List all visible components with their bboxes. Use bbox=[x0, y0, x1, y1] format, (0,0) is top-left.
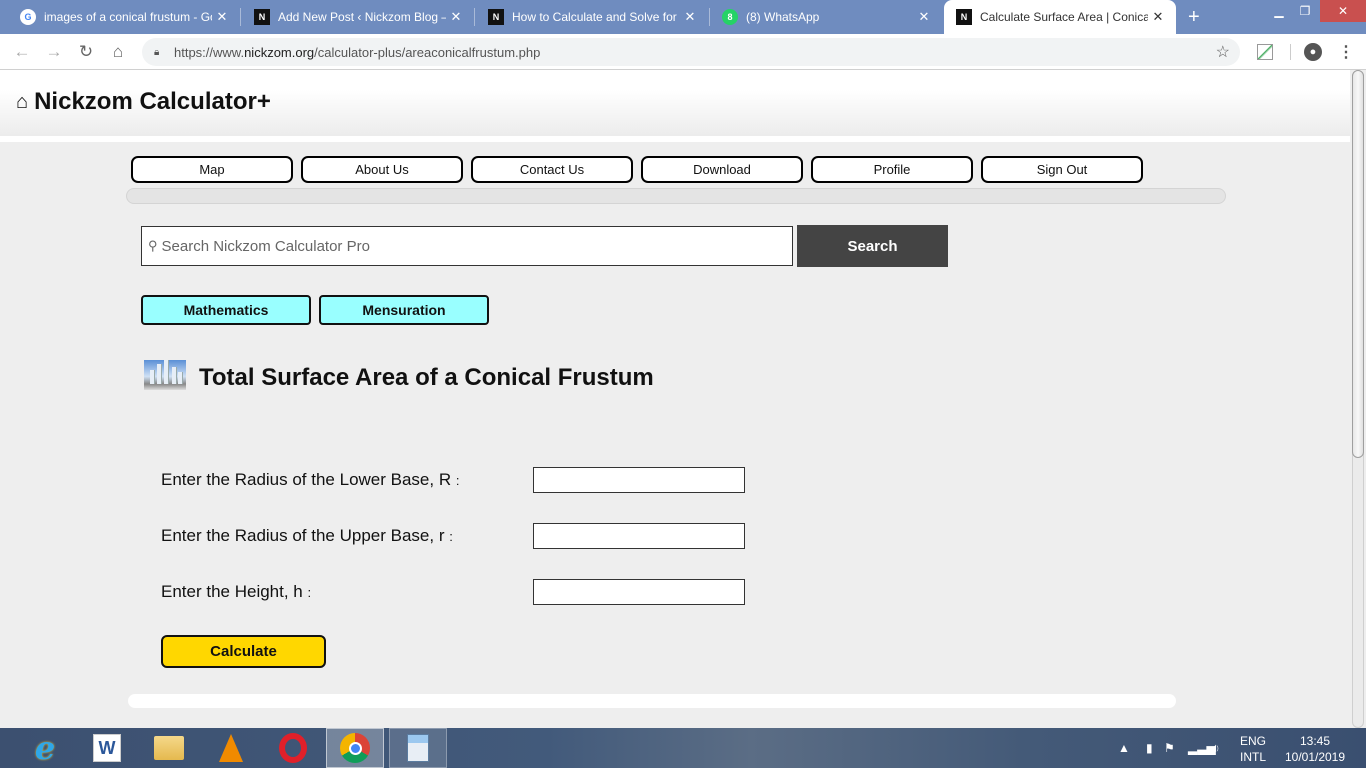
browser-tab-active[interactable]: N Calculate Surface Area | Conical ✕ bbox=[944, 0, 1176, 34]
minimize-button[interactable]: ▁ bbox=[1266, 0, 1292, 22]
upper-radius-row: Enter the Radius of the Upper Base, r : bbox=[161, 523, 745, 549]
nav-contact-us-button[interactable]: Contact Us bbox=[471, 156, 633, 183]
upper-radius-label: Enter the Radius of the Upper Base, r : bbox=[161, 526, 453, 545]
action-center-flag-icon[interactable]: ⚑ bbox=[1164, 728, 1175, 768]
tab-title: Calculate Surface Area | Conical bbox=[980, 10, 1148, 24]
folder-icon bbox=[154, 736, 184, 760]
scrollbar-thumb[interactable] bbox=[1352, 70, 1364, 458]
site-title-text: Nickzom Calculator+ bbox=[34, 88, 271, 115]
browser-tab[interactable]: N Add New Post ‹ Nickzom Blog — ✕ bbox=[234, 0, 474, 34]
tab-title: How to Calculate and Solve for t bbox=[512, 10, 680, 24]
home-button[interactable]: ⌂ bbox=[106, 40, 130, 64]
tab-title: (8) WhatsApp bbox=[746, 10, 820, 24]
clock-date: 10/01/2019 bbox=[1284, 750, 1346, 764]
taskbar-vlc[interactable] bbox=[202, 728, 260, 768]
back-button[interactable]: ← bbox=[10, 40, 34, 64]
close-tab-icon[interactable]: ✕ bbox=[680, 9, 700, 25]
nav-map-button[interactable]: Map bbox=[131, 156, 293, 183]
close-tab-icon[interactable]: ✕ bbox=[1148, 9, 1168, 25]
whatsapp-icon: 8 bbox=[722, 9, 738, 25]
taskbar-word[interactable]: W bbox=[78, 728, 136, 768]
nav-sign-out-button[interactable]: Sign Out bbox=[981, 156, 1143, 183]
browser-tabstrip: G images of a conical frustum - Go ✕ N A… bbox=[0, 0, 1366, 34]
home-icon: ⌂ bbox=[16, 90, 29, 113]
upper-radius-input[interactable] bbox=[533, 523, 745, 549]
nav-about-us-button[interactable]: About Us bbox=[301, 156, 463, 183]
clock-time: 13:45 bbox=[1299, 734, 1331, 748]
site-title[interactable]: ⌂ Nickzom Calculator+ bbox=[16, 88, 271, 116]
toolbar-divider bbox=[1290, 44, 1291, 60]
restore-button[interactable]: ❐ bbox=[1292, 0, 1318, 22]
calculator-title: Total Surface Area of a Conical Frustum bbox=[199, 364, 654, 391]
close-tab-icon[interactable]: ✕ bbox=[212, 9, 232, 25]
taskbar-calculator[interactable] bbox=[389, 728, 447, 768]
new-tab-button[interactable]: + bbox=[1188, 6, 1200, 29]
main-nav: Map About Us Contact Us Download Profile… bbox=[131, 156, 1143, 183]
word-icon: W bbox=[93, 734, 121, 762]
forward-button[interactable]: → bbox=[42, 40, 66, 64]
windows-taskbar: e W ▲ ▮ ⚑ ▂▃▅ 🔉︎ ENG INTL 13:45 10/01/201… bbox=[0, 728, 1366, 768]
taskbar-opera[interactable] bbox=[264, 728, 322, 768]
category-mensuration-button[interactable]: Mensuration bbox=[319, 295, 489, 325]
height-row: Enter the Height, h : bbox=[161, 579, 745, 605]
nickzom-favicon-icon: N bbox=[956, 9, 972, 25]
calculator-thumbnail-image bbox=[144, 360, 186, 390]
header-divider bbox=[0, 136, 1350, 142]
category-breadcrumbs: Mathematics Mensuration bbox=[141, 295, 489, 325]
bookmark-star-icon[interactable]: ☆ bbox=[1216, 42, 1230, 62]
lower-radius-label: Enter the Radius of the Lower Base, R : bbox=[161, 470, 460, 489]
height-label: Enter the Height, h : bbox=[161, 582, 312, 601]
input-language-indicator[interactable]: ENG INTL bbox=[1238, 733, 1268, 765]
site-header: ⌂ Nickzom Calculator+ bbox=[0, 70, 1350, 136]
show-hidden-icons-button[interactable]: ▲ bbox=[1118, 728, 1130, 768]
tab-title: images of a conical frustum - Go bbox=[44, 10, 212, 24]
calculator-icon bbox=[407, 734, 429, 762]
volume-icon[interactable]: 🔉︎ bbox=[1212, 728, 1220, 768]
taskbar-internet-explorer[interactable]: e bbox=[16, 728, 74, 768]
browser-toolbar: ← → ↻ ⌂ 🔒︎ https://www.nickzom.org/calcu… bbox=[0, 34, 1366, 70]
close-tab-icon[interactable]: ✕ bbox=[446, 9, 466, 25]
extension-icon[interactable] bbox=[1257, 44, 1273, 60]
google-icon: G bbox=[20, 9, 36, 25]
search-icon: ⚲ bbox=[148, 238, 158, 253]
browser-tab[interactable]: N How to Calculate and Solve for t ✕ bbox=[468, 0, 708, 34]
result-panel bbox=[128, 694, 1176, 708]
browser-tab[interactable]: 8 (8) WhatsApp ✕ bbox=[702, 0, 942, 34]
lower-radius-row: Enter the Radius of the Lower Base, R : bbox=[161, 467, 745, 493]
search-field[interactable]: ⚲ bbox=[141, 226, 793, 266]
calculate-button[interactable]: Calculate bbox=[161, 635, 326, 668]
lock-icon: 🔒︎ bbox=[154, 46, 160, 58]
system-clock[interactable]: 13:45 10/01/2019 bbox=[1280, 733, 1350, 765]
page-scrollbar[interactable] bbox=[1350, 70, 1366, 728]
address-bar[interactable]: 🔒︎ https://www.nickzom.org/calculator-pl… bbox=[142, 38, 1240, 66]
window-close-button[interactable]: ✕ bbox=[1320, 0, 1366, 22]
category-mathematics-button[interactable]: Mathematics bbox=[141, 295, 311, 325]
browser-tab[interactable]: G images of a conical frustum - Go ✕ bbox=[0, 0, 240, 34]
nav-profile-button[interactable]: Profile bbox=[811, 156, 973, 183]
tab-title: Add New Post ‹ Nickzom Blog — bbox=[278, 10, 446, 24]
battery-icon[interactable]: ▮ bbox=[1146, 728, 1153, 768]
nav-download-button[interactable]: Download bbox=[641, 156, 803, 183]
reload-button[interactable]: ↻ bbox=[74, 40, 98, 64]
vlc-cone-icon bbox=[219, 734, 243, 762]
nav-divider-bar bbox=[126, 188, 1226, 204]
internet-explorer-icon: e bbox=[34, 729, 56, 767]
close-tab-icon[interactable]: ✕ bbox=[914, 9, 934, 25]
search-button[interactable]: Search bbox=[797, 225, 948, 267]
height-input[interactable] bbox=[533, 579, 745, 605]
nickzom-favicon-icon: N bbox=[488, 9, 504, 25]
web-page: ⌂ Nickzom Calculator+ Map About Us Conta… bbox=[0, 70, 1350, 728]
account-icon[interactable]: ● bbox=[1304, 43, 1322, 61]
lower-radius-input[interactable] bbox=[533, 467, 745, 493]
search-input[interactable] bbox=[157, 227, 792, 265]
chrome-icon bbox=[340, 733, 370, 763]
opera-icon bbox=[279, 733, 307, 763]
nickzom-favicon-icon: N bbox=[254, 9, 270, 25]
taskbar-chrome[interactable] bbox=[326, 728, 384, 768]
taskbar-file-explorer[interactable] bbox=[140, 728, 198, 768]
url-text: https://www.nickzom.org/calculator-plus/… bbox=[174, 44, 541, 60]
menu-kebab-icon[interactable]: ⋮ bbox=[1338, 42, 1354, 62]
